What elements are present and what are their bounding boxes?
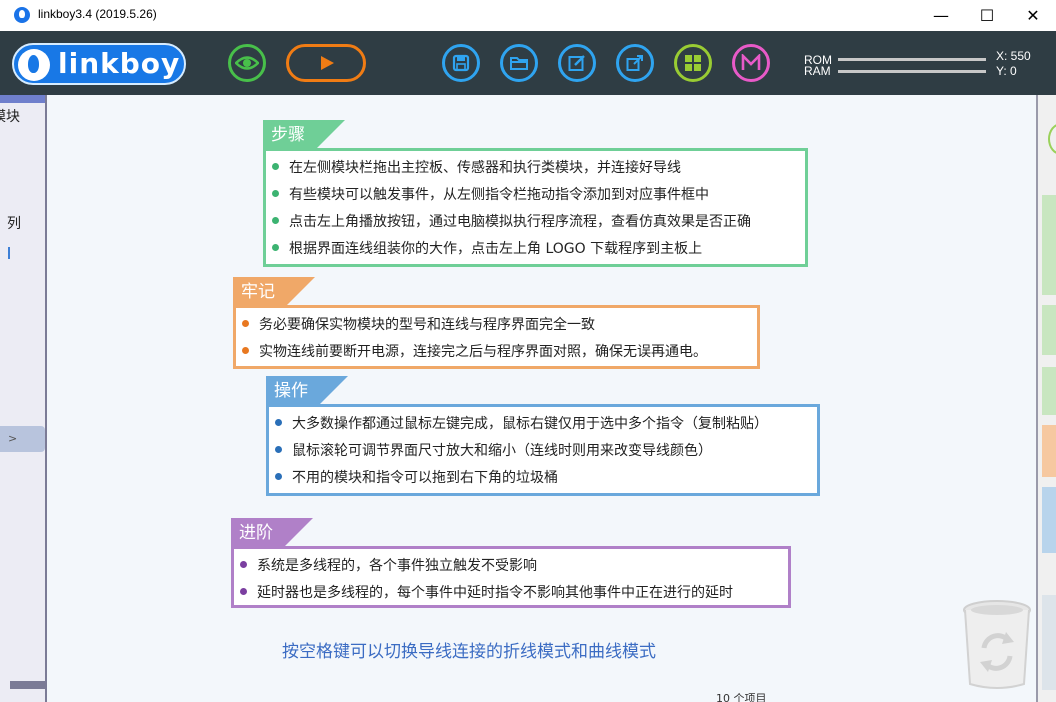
hint-text: 按空格键可以切换导线连接的折线模式和曲线模式 <box>282 642 656 662</box>
list-item-text: 根据界面连线组装你的大作，点击左上角 LOGO 下载程序到主板上 <box>289 241 703 257</box>
logo-icon <box>18 49 50 81</box>
status-text: 10 个项目 <box>716 692 767 702</box>
add-icon[interactable] <box>1048 123 1056 155</box>
list-item: 不用的模块和指令可以拖到右下角的垃圾桶 <box>275 467 558 487</box>
list-item: 实物连线前要断开电源，连接完之后与程序界面对照，确保无误再通电。 <box>242 341 707 361</box>
right-instruction-panel[interactable] <box>1038 95 1056 702</box>
m-icon <box>741 54 761 70</box>
panel-scrollbar[interactable] <box>10 681 45 689</box>
maximize-button[interactable]: ☐ <box>964 0 1010 31</box>
remember-title: 牢记 <box>233 277 315 307</box>
modules-button[interactable] <box>674 44 712 82</box>
toolbar: linkboy ROM RAM X: 550 Y: 0 <box>0 31 1056 95</box>
advanced-card: 系统是多线程的，各个事件独立触发不受影响 延时器也是多线程的，每个事件中延时指令… <box>231 546 791 608</box>
list-item: 有些模块可以触发事件，从左侧指令栏拖动指令添加到对应事件框中 <box>272 184 709 204</box>
linkboy-logo-button[interactable]: linkboy <box>12 43 186 85</box>
title-bar: linkboy3.4 (2019.5.26) — ☐ ✕ <box>0 0 1056 32</box>
list-item-text: 系统是多线程的，各个事件独立触发不受影响 <box>257 558 537 574</box>
bullet-icon <box>275 472 282 480</box>
x-coordinate: X: 550 <box>996 49 1031 63</box>
save-icon <box>452 54 470 72</box>
close-button[interactable]: ✕ <box>1010 0 1056 31</box>
sidebar-item-modules[interactable]: 模块 <box>0 106 20 126</box>
export-icon <box>626 55 643 71</box>
eye-icon <box>235 56 259 70</box>
folder-icon <box>510 57 528 70</box>
bullet-icon <box>272 189 279 197</box>
list-item: 在左侧模块栏拖出主控板、传感器和执行类模块，并连接好导线 <box>272 157 681 177</box>
ram-bar <box>838 70 986 73</box>
operation-card: 大多数操作都通过鼠标左键完成，鼠标右键仅用于选中多个指令（复制粘贴） 鼠标滚轮可… <box>266 404 820 496</box>
bullet-icon <box>275 445 282 453</box>
steps-title: 步骤 <box>263 120 345 150</box>
panel-header-strip <box>0 95 45 103</box>
list-item-text: 不用的模块和指令可以拖到右下角的垃圾桶 <box>292 470 558 486</box>
operation-title: 操作 <box>266 376 348 406</box>
play-icon <box>321 56 334 70</box>
bullet-icon <box>272 243 279 251</box>
bullet-icon <box>240 560 247 568</box>
remember-card: 务必要确保实物模块的型号和连线与程序界面完全一致 实物连线前要断开电源，连接完之… <box>233 305 760 369</box>
save-button[interactable] <box>442 44 480 82</box>
ram-label: RAM <box>804 64 831 78</box>
instruction-group-2[interactable] <box>1042 305 1056 355</box>
edit-icon <box>568 55 585 71</box>
view-button[interactable] <box>228 44 266 82</box>
list-item: 根据界面连线组装你的大作，点击左上角 LOGO 下载程序到主板上 <box>272 238 702 258</box>
rom-bar <box>838 58 986 61</box>
list-item-text: 实物连线前要断开电源，连接完之后与程序界面对照，确保无误再通电。 <box>259 344 707 360</box>
list-item: 延时器也是多线程的，每个事件中延时指令不影响其他事件中正在进行的延时 <box>240 582 733 602</box>
instruction-group-1[interactable] <box>1042 195 1056 295</box>
play-button[interactable] <box>286 44 366 82</box>
open-button[interactable] <box>500 44 538 82</box>
left-module-panel[interactable]: 模块 列 > <box>0 95 47 702</box>
window-title: linkboy3.4 (2019.5.26) <box>38 7 157 21</box>
list-item: 系统是多线程的，各个事件独立触发不受影响 <box>240 555 537 575</box>
instruction-group-6[interactable] <box>1042 595 1056 690</box>
instruction-group-5[interactable] <box>1042 487 1056 553</box>
list-item: 大多数操作都通过鼠标左键完成，鼠标右键仅用于选中多个指令（复制粘贴） <box>275 413 768 433</box>
m-button[interactable] <box>732 44 770 82</box>
sidebar-item-list[interactable]: 列 <box>7 213 21 233</box>
edit-button[interactable] <box>558 44 596 82</box>
list-item-text: 点击左上角播放按钮，通过电脑模拟执行程序流程，查看仿真效果是否正确 <box>289 214 751 230</box>
export-button[interactable] <box>616 44 654 82</box>
list-item-text: 鼠标滚轮可调节界面尺寸放大和缩小（连线时则用来改变导线颜色） <box>292 443 712 459</box>
trash-bin-icon[interactable] <box>962 598 1032 690</box>
advanced-title: 进阶 <box>231 518 313 548</box>
instruction-group-4[interactable] <box>1042 425 1056 477</box>
bullet-icon <box>275 418 282 426</box>
y-coordinate: Y: 0 <box>996 64 1017 78</box>
steps-card: 在左侧模块栏拖出主控板、传感器和执行类模块，并连接好导线 有些模块可以触发事件，… <box>263 148 808 267</box>
list-item-text: 务必要确保实物模块的型号和连线与程序界面完全一致 <box>259 317 595 333</box>
list-item: 鼠标滚轮可调节界面尺寸放大和缩小（连线时则用来改变导线颜色） <box>275 440 712 460</box>
app-icon <box>14 7 30 23</box>
panel-tick <box>8 247 10 259</box>
grid-icon <box>685 55 701 71</box>
list-item-text: 延时器也是多线程的，每个事件中延时指令不影响其他事件中正在进行的延时 <box>257 585 733 601</box>
list-item: 点击左上角播放按钮，通过电脑模拟执行程序流程，查看仿真效果是否正确 <box>272 211 751 231</box>
minimize-button[interactable]: — <box>918 0 964 31</box>
chevron-right-icon: > <box>8 432 18 445</box>
bullet-icon <box>240 587 247 595</box>
list-item-text: 在左侧模块栏拖出主控板、传感器和执行类模块，并连接好导线 <box>289 160 681 176</box>
list-item-text: 有些模块可以触发事件，从左侧指令栏拖动指令添加到对应事件框中 <box>289 187 709 203</box>
list-item: 务必要确保实物模块的型号和连线与程序界面完全一致 <box>242 314 595 334</box>
list-item-text: 大多数操作都通过鼠标左键完成，鼠标右键仅用于选中多个指令（复制粘贴） <box>292 416 768 432</box>
bullet-icon <box>272 216 279 224</box>
sidebar-item-selected[interactable] <box>0 426 45 452</box>
logo-text: linkboy <box>58 47 181 80</box>
bullet-icon <box>242 346 249 354</box>
bullet-icon <box>242 319 249 327</box>
bullet-icon <box>272 162 279 170</box>
instruction-group-3[interactable] <box>1042 367 1056 415</box>
